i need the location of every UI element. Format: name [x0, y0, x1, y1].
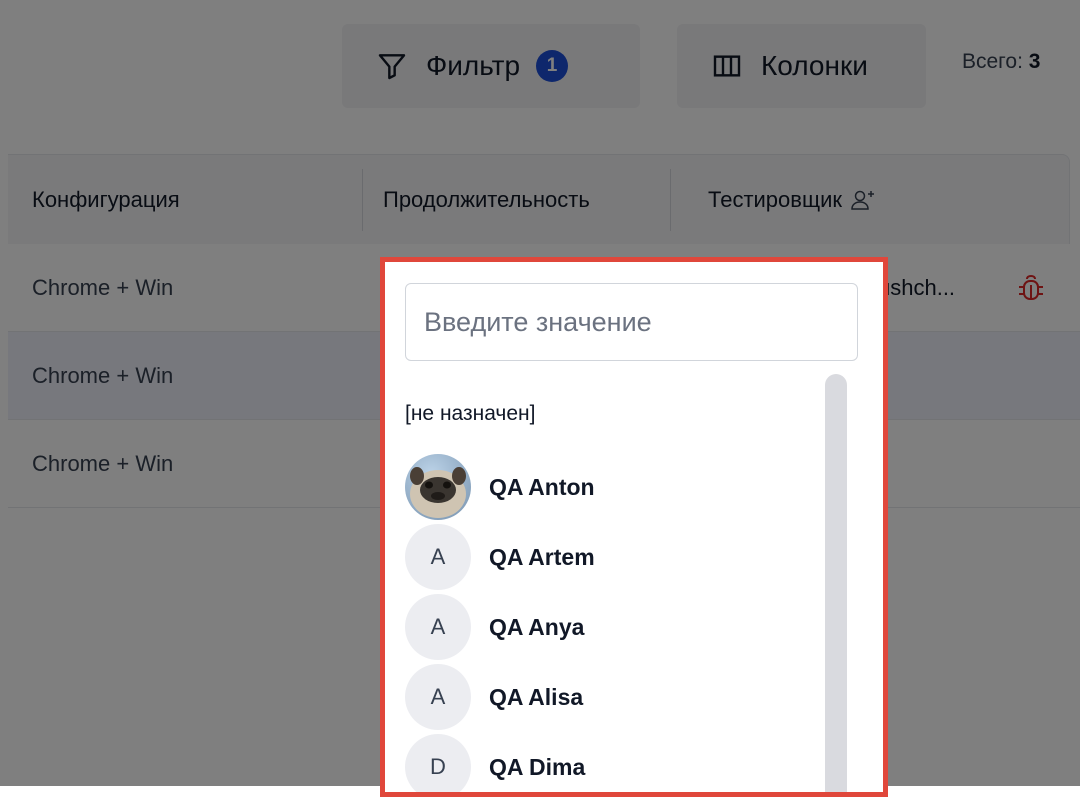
- tester-option[interactable]: A QA Artem: [405, 524, 595, 590]
- tester-option-name: QA Anton: [489, 473, 595, 500]
- tester-search-input[interactable]: [405, 283, 858, 361]
- avatar: A: [405, 594, 471, 660]
- dropdown-scrollbar[interactable]: [825, 374, 847, 792]
- tester-option-name: QA Anya: [489, 613, 585, 640]
- tester-option[interactable]: D QA Dima: [405, 734, 586, 792]
- test-runs-view: Фильтр 1 Колонки Всего: 3 Конфигурация П…: [0, 0, 1080, 797]
- avatar: A: [405, 524, 471, 590]
- avatar: D: [405, 734, 471, 792]
- tester-option[interactable]: QA Anton: [405, 454, 595, 520]
- tester-option-name: QA Artem: [489, 543, 595, 570]
- avatar: A: [405, 664, 471, 730]
- tester-option[interactable]: A QA Alisa: [405, 664, 583, 730]
- pug-photo-avatar: [405, 454, 471, 520]
- tester-option[interactable]: A QA Anya: [405, 594, 584, 660]
- tester-filter-dropdown: [не назначен] QA Anton A QA Artem: [380, 257, 888, 797]
- option-unassigned[interactable]: [не назначен]: [405, 402, 535, 426]
- tester-option-name: QA Dima: [489, 753, 586, 780]
- tester-option-name: QA Alisa: [489, 683, 584, 710]
- avatar: [405, 454, 471, 520]
